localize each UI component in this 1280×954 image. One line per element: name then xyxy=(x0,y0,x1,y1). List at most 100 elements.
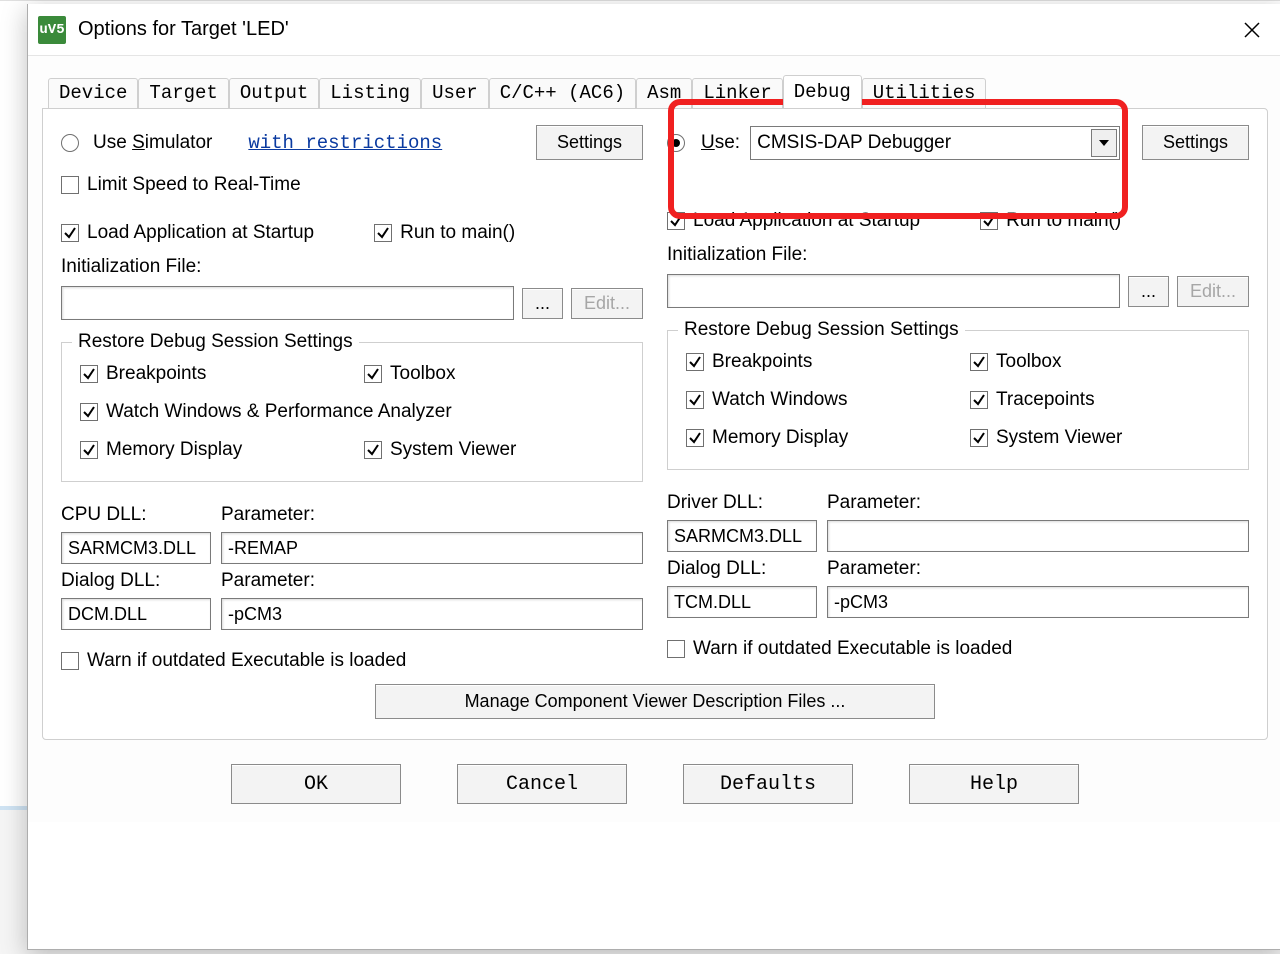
cpu-param-label: Parameter: xyxy=(221,504,643,526)
tab-output[interactable]: Output xyxy=(229,78,319,109)
tab-target[interactable]: Target xyxy=(138,78,228,109)
dbg-dialog-param-input[interactable]: -pCM3 xyxy=(827,586,1249,618)
sim-restore-legend: Restore Debug Session Settings xyxy=(72,331,359,353)
use-debugger-radio[interactable] xyxy=(667,134,685,152)
tab-linker[interactable]: Linker xyxy=(692,78,782,109)
close-icon xyxy=(1243,21,1261,39)
use-simulator-radio[interactable] xyxy=(61,134,79,152)
sim-sysview-checkbox[interactable] xyxy=(364,441,382,459)
sim-init-browse-button[interactable]: ... xyxy=(522,288,563,319)
sim-breakpoints-label: Breakpoints xyxy=(106,363,206,385)
editor-gutter xyxy=(0,0,23,810)
tab-device[interactable]: Device xyxy=(48,78,138,109)
cpu-param-input[interactable]: -REMAP xyxy=(221,532,643,564)
dbg-trace-label: Tracepoints xyxy=(996,389,1095,411)
sim-restore-group: Restore Debug Session Settings Breakpoin… xyxy=(61,342,643,482)
sim-init-file-label: Initialization File: xyxy=(61,256,643,278)
sim-memory-checkbox[interactable] xyxy=(80,441,98,459)
sim-dialog-param-label: Parameter: xyxy=(221,570,643,592)
dbg-breakpoints-label: Breakpoints xyxy=(712,351,812,373)
dbg-warn-label: Warn if outdated Executable is loaded xyxy=(693,638,1012,660)
dialog-button-bar: OK Cancel Defaults Help xyxy=(28,740,1280,822)
dbg-memory-label: Memory Display xyxy=(712,427,848,449)
chevron-down-icon xyxy=(1091,129,1117,157)
sim-watch-checkbox[interactable] xyxy=(80,403,98,421)
driver-param-input[interactable] xyxy=(827,520,1249,552)
sim-toolbox-checkbox[interactable] xyxy=(364,365,382,383)
dbg-warn-checkbox[interactable] xyxy=(667,640,685,658)
debugger-column: Use: CMSIS-DAP Debugger Settings xyxy=(667,125,1249,672)
with-restrictions-link[interactable]: with restrictions xyxy=(248,132,442,154)
sim-watch-label: Watch Windows & Performance Analyzer xyxy=(106,401,452,423)
sim-init-file-input[interactable] xyxy=(61,286,514,320)
sim-toolbox-label: Toolbox xyxy=(390,363,456,385)
dbg-load-app-label: Load Application at Startup xyxy=(693,210,920,232)
sim-warn-checkbox[interactable] xyxy=(61,652,79,670)
dbg-sysview-checkbox[interactable] xyxy=(970,429,988,447)
dbg-restore-group: Restore Debug Session Settings Breakpoin… xyxy=(667,330,1249,470)
use-debugger-label: Use: xyxy=(701,132,740,154)
cancel-button[interactable]: Cancel xyxy=(457,764,627,804)
defaults-button[interactable]: Defaults xyxy=(683,764,853,804)
dbg-load-app-checkbox[interactable] xyxy=(667,212,685,230)
dbg-restore-legend: Restore Debug Session Settings xyxy=(678,319,965,341)
tab-debug[interactable]: Debug xyxy=(783,75,862,108)
dbg-watch-checkbox[interactable] xyxy=(686,391,704,409)
cpu-dll-input[interactable]: SARMCM3.DLL xyxy=(61,532,211,564)
dbg-init-file-label: Initialization File: xyxy=(667,244,1249,266)
limit-speed-checkbox[interactable] xyxy=(61,176,79,194)
app-icon: uV5 xyxy=(38,16,66,44)
dbg-memory-checkbox[interactable] xyxy=(686,429,704,447)
sim-run-main-label: Run to main() xyxy=(400,222,515,244)
tab-user[interactable]: User xyxy=(421,78,489,109)
driver-dll-label: Driver DLL: xyxy=(667,492,817,514)
close-button[interactable] xyxy=(1232,10,1272,50)
dbg-sysview-label: System Viewer xyxy=(996,427,1122,449)
sim-sysview-label: System Viewer xyxy=(390,439,516,461)
limit-speed-label: Limit Speed to Real-Time xyxy=(87,174,301,196)
titlebar: uV5 Options for Target 'LED' xyxy=(28,4,1280,56)
tab-listing[interactable]: Listing xyxy=(319,78,421,109)
sim-dialog-dll-label: Dialog DLL: xyxy=(61,570,211,592)
debug-pane: Use Simulator with restrictions Settings… xyxy=(42,108,1268,740)
sim-settings-button[interactable]: Settings xyxy=(536,125,643,160)
dbg-dialog-param-label: Parameter: xyxy=(827,558,1249,580)
debugger-combo[interactable]: CMSIS-DAP Debugger xyxy=(750,126,1120,160)
dbg-dialog-dll-label: Dialog DLL: xyxy=(667,558,817,580)
dbg-toolbox-label: Toolbox xyxy=(996,351,1062,373)
sim-run-main-checkbox[interactable] xyxy=(374,224,392,242)
dbg-breakpoints-checkbox[interactable] xyxy=(686,353,704,371)
tab-asm[interactable]: Asm xyxy=(636,78,692,109)
sim-load-app-checkbox[interactable] xyxy=(61,224,79,242)
simulator-column: Use Simulator with restrictions Settings… xyxy=(61,125,643,672)
sim-memory-label: Memory Display xyxy=(106,439,242,461)
sim-breakpoints-checkbox[interactable] xyxy=(80,365,98,383)
sim-dialog-param-input[interactable]: -pCM3 xyxy=(221,598,643,630)
debugger-selected-text: CMSIS-DAP Debugger xyxy=(757,132,951,154)
dbg-settings-button[interactable]: Settings xyxy=(1142,125,1249,160)
tab-cc[interactable]: C/C++ (AC6) xyxy=(489,78,636,109)
help-button[interactable]: Help xyxy=(909,764,1079,804)
dbg-toolbox-checkbox[interactable] xyxy=(970,353,988,371)
use-simulator-label: Use Simulator xyxy=(93,132,212,154)
driver-param-label: Parameter: xyxy=(827,492,1249,514)
dbg-dialog-dll-input[interactable]: TCM.DLL xyxy=(667,586,817,618)
manage-component-button[interactable]: Manage Component Viewer Description File… xyxy=(375,684,935,719)
dbg-init-file-input[interactable] xyxy=(667,274,1120,308)
sim-load-app-label: Load Application at Startup xyxy=(87,222,314,244)
sim-warn-label: Warn if outdated Executable is loaded xyxy=(87,650,406,672)
dbg-run-main-label: Run to main() xyxy=(1006,210,1121,232)
sim-dialog-dll-input[interactable]: DCM.DLL xyxy=(61,598,211,630)
dbg-init-browse-button[interactable]: ... xyxy=(1128,276,1169,307)
dbg-trace-checkbox[interactable] xyxy=(970,391,988,409)
cpu-dll-label: CPU DLL: xyxy=(61,504,211,526)
dbg-run-main-checkbox[interactable] xyxy=(980,212,998,230)
driver-dll-input[interactable]: SARMCM3.DLL xyxy=(667,520,817,552)
tab-bar: Device Target Output Listing User C/C++ … xyxy=(42,74,1268,108)
options-dialog: uV5 Options for Target 'LED' Device Targ… xyxy=(27,4,1280,950)
ok-button[interactable]: OK xyxy=(231,764,401,804)
sim-init-edit-button[interactable]: Edit... xyxy=(571,288,643,319)
dbg-watch-label: Watch Windows xyxy=(712,389,848,411)
tab-utilities[interactable]: Utilities xyxy=(862,78,987,109)
dbg-init-edit-button[interactable]: Edit... xyxy=(1177,276,1249,307)
